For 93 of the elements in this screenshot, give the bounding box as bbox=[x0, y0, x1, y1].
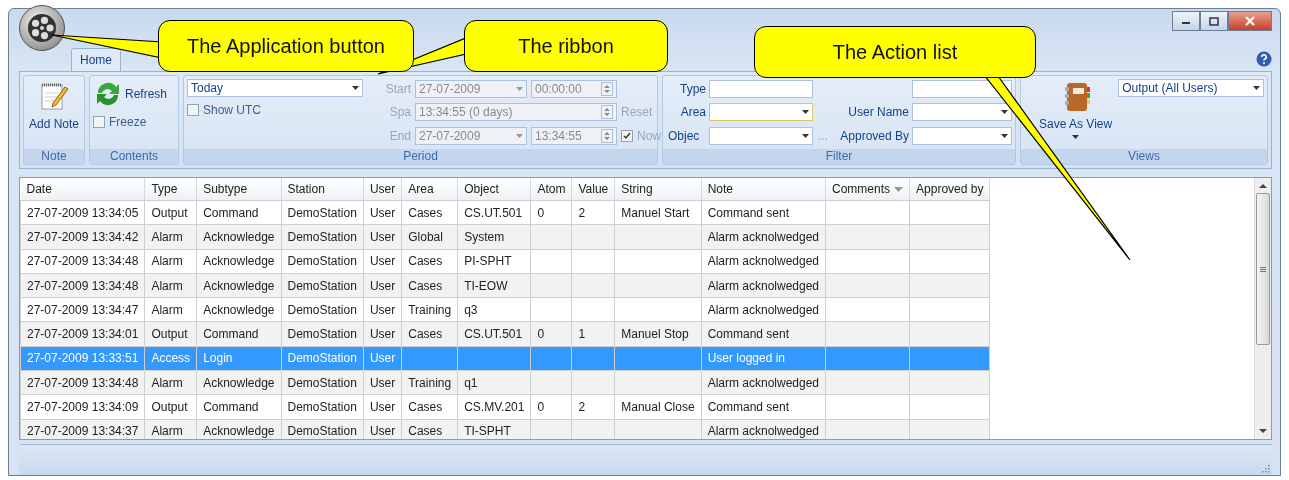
notepad-pencil-icon bbox=[39, 81, 69, 111]
table-cell: 27-07-2009 13:34:48 bbox=[20, 370, 145, 395]
field-label: Spa bbox=[388, 105, 411, 120]
column-header[interactable]: Note bbox=[701, 178, 826, 201]
table-cell: Alarm acknolwedged bbox=[701, 224, 826, 250]
type-field[interactable] bbox=[709, 79, 813, 98]
help-icon[interactable] bbox=[1256, 51, 1272, 67]
table-cell: DemoStation bbox=[281, 249, 364, 274]
field-label: Start bbox=[384, 81, 411, 96]
checkmark-icon bbox=[623, 132, 631, 141]
close-icon bbox=[1245, 16, 1255, 26]
column-header[interactable]: Object bbox=[457, 178, 531, 201]
column-header[interactable]: Subtype bbox=[196, 178, 281, 201]
table-cell: Alarm acknolwedged bbox=[701, 273, 826, 298]
dropdown-arrow-icon bbox=[352, 86, 359, 90]
dropdown-arrow-icon bbox=[802, 110, 809, 115]
field-label: Objec bbox=[668, 129, 701, 144]
field-label: User Name bbox=[847, 105, 909, 120]
vertical-scrollbar[interactable] bbox=[1254, 178, 1271, 439]
column-header[interactable]: Value bbox=[571, 178, 615, 201]
table-cell: DemoStation bbox=[281, 346, 364, 371]
show-utc-checkbox[interactable]: Show UTC bbox=[187, 103, 363, 117]
column-header[interactable]: Approved by bbox=[909, 178, 990, 201]
group-label: Views bbox=[1021, 149, 1267, 164]
dropdown-arrow-icon bbox=[1001, 110, 1008, 115]
maximize-button[interactable] bbox=[1200, 11, 1228, 31]
table-cell: 27-07-2009 13:34:01 bbox=[20, 322, 145, 347]
period-dropdown[interactable]: Today bbox=[187, 79, 363, 97]
table-cell: DemoStation bbox=[281, 273, 364, 298]
application-button[interactable] bbox=[19, 5, 65, 51]
freeze-checkbox[interactable]: Freeze bbox=[93, 115, 175, 129]
table-cell: Alarm acknolwedged bbox=[701, 370, 826, 395]
maximize-icon bbox=[1209, 16, 1219, 26]
dropdown-arrow-icon bbox=[1253, 86, 1260, 90]
field-label: Type bbox=[679, 81, 706, 96]
column-header[interactable]: Type bbox=[144, 178, 197, 201]
ribbon-tab[interactable]: Home bbox=[71, 48, 121, 71]
dropdown-arrow-icon bbox=[516, 134, 523, 139]
spinner-arrows-icon[interactable] bbox=[601, 129, 613, 144]
resize-grip-icon[interactable] bbox=[1260, 463, 1270, 473]
table-cell: 27-07-2009 13:34:48 bbox=[20, 273, 145, 298]
table-cell: Command sent bbox=[701, 394, 826, 420]
spinner-arrows-icon[interactable] bbox=[601, 81, 613, 96]
table-cell: 27-07-2009 13:34:47 bbox=[20, 297, 145, 322]
dropdown-arrow-icon bbox=[516, 86, 523, 91]
table-cell: User logged in bbox=[701, 346, 826, 371]
dropdown-arrow-icon bbox=[1072, 135, 1080, 139]
dropdown-arrow-icon bbox=[802, 134, 809, 139]
field-label: Area bbox=[679, 105, 706, 120]
table-cell: 27-07-2009 13:34:09 bbox=[20, 394, 145, 420]
table-cell: 27-07-2009 13:34:48 bbox=[20, 249, 145, 274]
view-dropdown[interactable]: Output (All Users) bbox=[1118, 79, 1264, 97]
table-cell: DemoStation bbox=[281, 297, 364, 322]
scroll-up-icon[interactable] bbox=[1259, 183, 1267, 189]
approved-by-dropdown[interactable] bbox=[912, 127, 1012, 146]
table-cell: DemoStation bbox=[281, 370, 364, 395]
column-header[interactable]: Comments bbox=[825, 178, 910, 201]
column-header[interactable]: Station bbox=[281, 178, 364, 201]
group-label: Filter bbox=[663, 149, 1015, 164]
table-cell: Command sent bbox=[701, 200, 826, 225]
object-dropdown[interactable] bbox=[709, 127, 813, 146]
table-cell: Command sent bbox=[701, 322, 826, 347]
table-cell: Alarm acknolwedged bbox=[701, 297, 826, 322]
area-dropdown[interactable] bbox=[709, 103, 813, 122]
refresh-button[interactable]: Refresh bbox=[93, 79, 175, 109]
dropdown-arrow-icon bbox=[1001, 134, 1008, 139]
column-header[interactable]: User bbox=[363, 178, 402, 201]
close-button[interactable] bbox=[1228, 11, 1272, 31]
table-cell: DemoStation bbox=[281, 200, 364, 225]
add-note-button[interactable]: Add Note bbox=[27, 79, 82, 146]
field-label: Approved By bbox=[839, 129, 909, 144]
table-cell: Manuel Start bbox=[614, 200, 702, 225]
group-label: Note bbox=[24, 149, 84, 164]
scroll-down-icon[interactable] bbox=[1259, 428, 1267, 434]
table-cell: 27-07-2009 13:34:37 bbox=[20, 419, 145, 439]
field-label: End bbox=[388, 129, 411, 144]
column-header[interactable]: Area bbox=[401, 178, 458, 201]
spinner-arrows-icon[interactable] bbox=[601, 105, 613, 120]
scrollbar-thumb[interactable] bbox=[1256, 193, 1270, 345]
user-name-dropdown[interactable] bbox=[912, 103, 1012, 122]
filter-arrow-icon[interactable] bbox=[894, 186, 904, 192]
column-header[interactable]: Atom bbox=[530, 178, 572, 201]
group-label: Contents bbox=[90, 149, 178, 164]
callout: The Action list bbox=[754, 26, 1036, 78]
film-reel-icon bbox=[26, 12, 58, 44]
table-cell: 27-07-2009 13:34:05 bbox=[20, 200, 145, 225]
table-cell: Alarm acknolwedged bbox=[701, 249, 826, 274]
table-cell: 27-07-2009 13:33:51 bbox=[20, 346, 145, 371]
table-cell: 27-07-2009 13:34:42 bbox=[20, 224, 145, 250]
column-header[interactable]: String bbox=[614, 178, 702, 201]
minimize-button[interactable] bbox=[1172, 11, 1200, 31]
column-header[interactable]: Date bbox=[20, 178, 145, 201]
group-label: Period bbox=[184, 149, 657, 164]
